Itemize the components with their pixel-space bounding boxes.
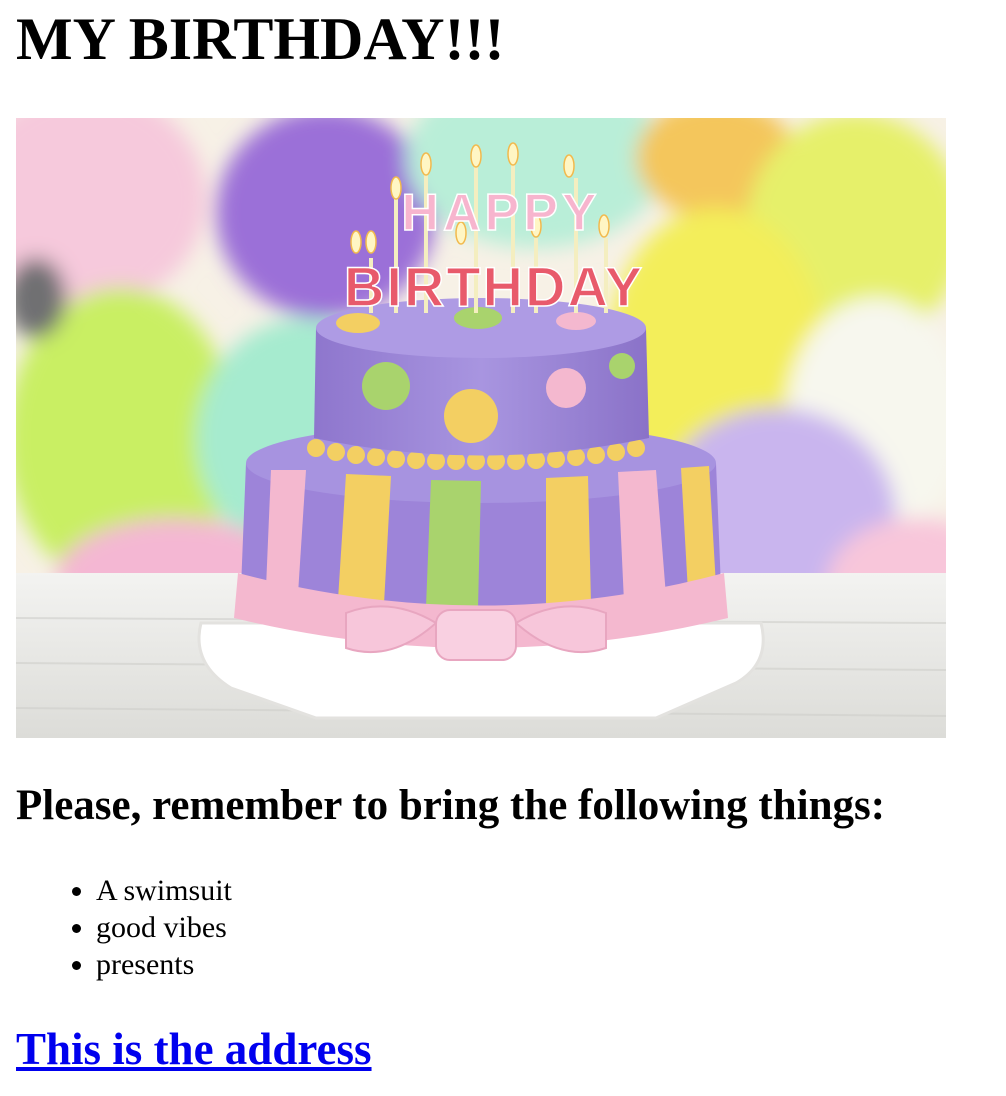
list-item: good vibes: [96, 909, 232, 946]
birthday-cake-photo: HAPPY BIRTHDAY: [16, 118, 946, 738]
candle-birthday-text: BIRTHDAY: [344, 255, 644, 318]
candle-happy-text: HAPPY: [401, 184, 600, 242]
things-list: A swimsuit good vibes presents: [16, 872, 232, 983]
address-link[interactable]: This is the address: [16, 1022, 372, 1076]
list-item: A swimsuit: [96, 872, 232, 909]
page-title: MY BIRTHDAY!!!: [16, 6, 505, 72]
bring-things-heading: Please, remember to bring the following …: [16, 782, 886, 829]
list-item: presents: [96, 946, 232, 983]
